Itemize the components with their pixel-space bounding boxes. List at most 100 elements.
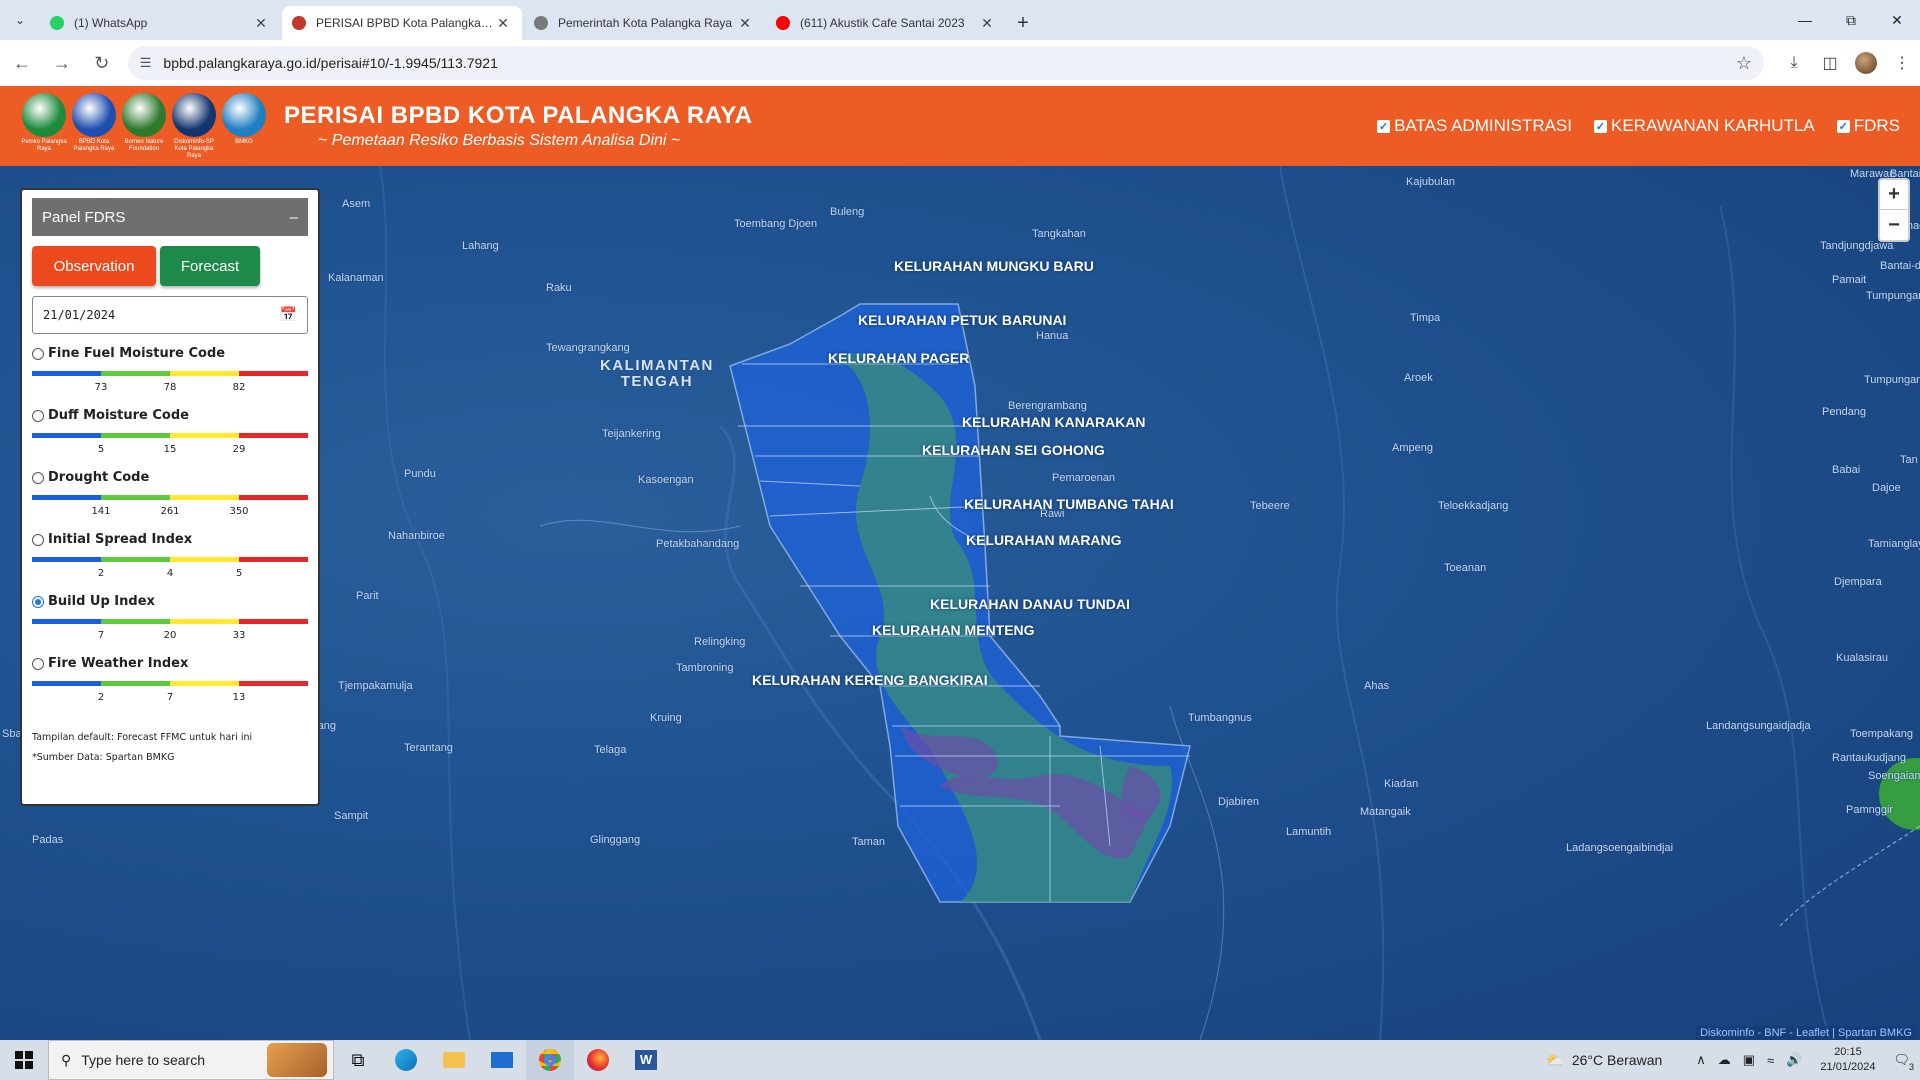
layer-toggle-0[interactable]: ✓ BATAS ADMINISTRASI xyxy=(1377,116,1572,136)
browser-tab-2[interactable]: Pemerintah Kota Palangka Raya ✕ xyxy=(524,6,764,40)
bookmark-star-icon[interactable]: ☆ xyxy=(1736,53,1752,74)
browser-toolbar: ← → ↻ ☰ bpbd.palangkaraya.go.id/perisai#… xyxy=(0,40,1920,86)
map-place-label: Soengaiamas xyxy=(1868,770,1920,782)
layer-toggles: ✓ BATAS ADMINISTRASI ✓ KERAWANAN KARHUTLA ✓ F… xyxy=(1355,116,1900,136)
kelurahan-label[interactable]: KELURAHAN PAGER xyxy=(828,350,969,366)
collapse-button[interactable]: – xyxy=(290,209,298,226)
map-attribution[interactable]: Diskominfo - BNF - Leaflet | Spartan BMK… xyxy=(1696,1026,1916,1040)
logo-caption: Diskominfo-SP Kota Palangka Raya xyxy=(174,138,214,159)
kelurahan-label[interactable]: KELURAHAN TUMBANG TAHAI xyxy=(964,496,1174,512)
panel-note-source: *Sumber Data: Spartan BMKG xyxy=(32,752,175,763)
map-place-label: Pundu xyxy=(404,468,436,480)
taskbar-search[interactable]: ⚲ Type here to search xyxy=(48,1040,334,1080)
map-place-label: Tumpunganserang xyxy=(1866,290,1920,302)
task-view-icon[interactable]: ⧉ xyxy=(334,1040,382,1080)
kelurahan-label[interactable]: KELURAHAN MARANG xyxy=(966,532,1122,548)
map-place-label: Kajubulan xyxy=(1406,176,1455,188)
minimize-icon[interactable]: — xyxy=(1782,0,1828,40)
partner-logo-2: Borneo Nature Foundation xyxy=(120,92,168,153)
index-radio[interactable] xyxy=(32,657,44,670)
logo-emblem-icon xyxy=(222,92,266,137)
mail-icon[interactable] xyxy=(478,1040,526,1080)
kelurahan-label[interactable]: KELURAHAN KERENG BANGKIRAI xyxy=(752,672,988,688)
map-place-label: Pamnggir xyxy=(1846,804,1894,816)
forecast-button[interactable]: Forecast xyxy=(160,246,260,286)
edge-icon[interactable] xyxy=(382,1040,430,1080)
back-icon[interactable]: ← xyxy=(4,45,40,81)
windows-start-icon[interactable] xyxy=(0,1040,48,1080)
index-radio[interactable] xyxy=(32,533,44,546)
tab-close-icon[interactable]: ✕ xyxy=(736,15,754,32)
word-icon[interactable]: W xyxy=(622,1040,670,1080)
fdrs-index-option[interactable]: Build Up Index 7 20 33 xyxy=(32,594,308,644)
map-place-label: Toembang Djoen xyxy=(734,218,818,230)
chrome-icon[interactable] xyxy=(526,1040,574,1080)
checkbox-icon[interactable]: ✓ xyxy=(1836,119,1850,133)
zoom-out-button[interactable]: − xyxy=(1880,210,1908,240)
browser-menu-icon[interactable]: ⋮ xyxy=(1884,45,1920,81)
index-radio[interactable] xyxy=(32,409,44,422)
chevron-up-icon[interactable]: ∧ xyxy=(1696,1052,1706,1068)
site-info-icon[interactable]: ☰ xyxy=(140,55,152,71)
kelurahan-label[interactable]: KELURAHAN MUNGKU BARU xyxy=(894,258,1094,274)
map-place-label: Pemaroenan xyxy=(1052,472,1115,484)
tab-close-icon[interactable]: ✕ xyxy=(252,15,270,32)
kelurahan-label[interactable]: KELURAHAN SEI GOHONG xyxy=(922,442,1105,458)
new-tab-button[interactable]: + xyxy=(1008,6,1038,40)
kelurahan-label[interactable]: KELURAHAN MENTENG xyxy=(872,622,1035,638)
browser-tab-3[interactable]: (611) Akustik Cafe Santai 2023 ✕ xyxy=(766,6,1006,40)
fdrs-index-option[interactable]: Fine Fuel Moisture Code 73 78 82 xyxy=(32,346,308,396)
layer-toggle-1[interactable]: ✓ KERAWANAN KARHUTLA xyxy=(1594,116,1815,136)
checkbox-icon[interactable]: ✓ xyxy=(1594,119,1607,133)
index-radio[interactable] xyxy=(32,471,44,484)
download-icon[interactable]: ⤓ xyxy=(1776,45,1812,81)
weather-widget[interactable]: ⛅ 26°C Berawan xyxy=(1546,1052,1662,1069)
kelurahan-label[interactable]: KELURAHAN KANARAKAN xyxy=(962,414,1146,430)
restore-icon[interactable]: ⧉ xyxy=(1828,0,1874,40)
forward-icon[interactable]: → xyxy=(44,45,80,81)
observation-button[interactable]: Observation xyxy=(32,246,156,286)
map-place-label: Nahanbiroe xyxy=(388,530,445,542)
notification-icon[interactable]: 🗨 3 xyxy=(1893,1052,1914,1072)
cloud-icon[interactable]: ☁ xyxy=(1718,1052,1731,1068)
map-place-label: Asem xyxy=(342,198,371,210)
address-url[interactable]: bpbd.palangkaraya.go.id/perisai#10/-1.99… xyxy=(163,55,1735,71)
side-panel-icon[interactable]: ◫ xyxy=(1812,45,1848,81)
tab-search-chevron-icon[interactable]: ⌄ xyxy=(0,0,40,40)
kelurahan-label[interactable]: KELURAHAN PETUK BARUNAI xyxy=(858,312,1066,328)
address-bar[interactable]: ☰ bpbd.palangkaraya.go.id/perisai#10/-1.… xyxy=(127,46,1765,80)
index-ticks: 2 4 5 xyxy=(32,568,308,582)
profile-avatar[interactable] xyxy=(1848,45,1884,81)
layer-label: KERAWANAN KARHUTLA xyxy=(1611,116,1815,135)
fdrs-index-option[interactable]: Drought Code 141 261 350 xyxy=(32,470,308,520)
fdrs-index-option[interactable]: Duff Moisture Code 5 15 29 xyxy=(32,408,308,458)
zoom-in-button[interactable]: + xyxy=(1880,180,1908,210)
date-input[interactable]: 21/01/2024 📅 xyxy=(32,296,308,334)
index-radio[interactable] xyxy=(32,347,44,360)
layer-toggle-2[interactable]: ✓ FDRS xyxy=(1836,116,1900,136)
tab-close-icon[interactable]: ✕ xyxy=(494,15,512,32)
volume-icon[interactable]: 🔊 xyxy=(1786,1052,1802,1068)
tab-close-icon[interactable]: ✕ xyxy=(978,15,996,32)
index-radio[interactable] xyxy=(32,595,44,608)
wifi-icon[interactable]: ≈ xyxy=(1767,1053,1774,1068)
fdrs-index-option[interactable]: Initial Spread Index 2 4 5 xyxy=(32,532,308,582)
fdrs-panel: Panel FDRS – Observation Forecast 21/01/… xyxy=(20,188,320,806)
close-window-icon[interactable]: ✕ xyxy=(1874,0,1920,40)
kelurahan-label[interactable]: KELURAHAN DANAU TUNDAI xyxy=(930,596,1130,612)
browser-tab-0[interactable]: (1) WhatsApp ✕ xyxy=(40,6,280,40)
checkbox-icon[interactable]: ✓ xyxy=(1377,119,1391,133)
map-place-label: Rantaukudjang xyxy=(1832,752,1907,764)
map-place-label: Parit xyxy=(356,590,379,602)
browser-tab-1[interactable]: PERISAI BPBD Kota Palangka Ra ✕ xyxy=(282,6,522,40)
firefox-icon[interactable] xyxy=(574,1040,622,1080)
calendar-icon[interactable]: 📅 xyxy=(280,307,297,323)
index-name: Build Up Index xyxy=(48,594,155,609)
notification-count: 3 xyxy=(1908,1062,1914,1072)
fdrs-index-option[interactable]: Fire Weather Index 2 7 13 xyxy=(32,656,308,706)
monitor-icon[interactable]: ▣ xyxy=(1743,1052,1755,1068)
file-explorer-icon[interactable] xyxy=(430,1040,478,1080)
date-value: 21/01/2024 xyxy=(43,308,116,322)
reload-icon[interactable]: ↻ xyxy=(84,45,120,81)
clock[interactable]: 20:15 21/01/2024 xyxy=(1820,1045,1875,1075)
